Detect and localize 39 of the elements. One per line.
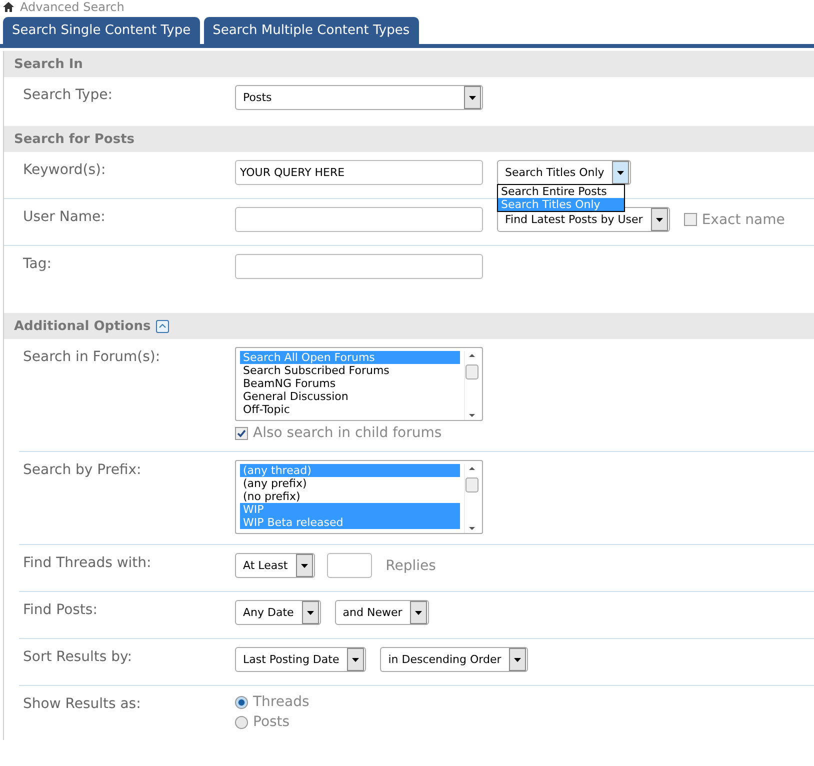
field-label: Find Posts:	[23, 601, 98, 620]
radio-button[interactable]: Threads	[235, 694, 310, 710]
field-label: Keyword(s):	[23, 161, 107, 180]
collapse-icon[interactable]	[156, 320, 169, 332]
field-label: Search in Forum(s):	[23, 348, 162, 367]
checkbox[interactable]: Exact name	[684, 212, 785, 228]
scrollbar[interactable]	[464, 351, 479, 420]
text-field[interactable]	[235, 254, 483, 279]
field-label: Show Results as:	[23, 695, 142, 714]
field-label: Search Type:	[23, 86, 114, 105]
tab[interactable]: Search Single Content Type	[3, 17, 200, 44]
field-label: Sort Results by:	[23, 648, 134, 667]
list-box[interactable]: (any thread) (any prefix) (no prefix) WIP WIP Beta released	[235, 460, 483, 534]
dropdown[interactable]: Posts	[235, 85, 483, 110]
field-label: User Name:	[23, 208, 106, 227]
dropdown[interactable]: and Newer	[334, 600, 430, 625]
home-icon[interactable]	[3, 2, 14, 12]
breadcrumb-link[interactable]: Advanced Search	[20, 0, 124, 14]
dropdown[interactable]: in Descending Order	[380, 647, 528, 672]
text-field[interactable]	[326, 553, 372, 578]
field-label: Search by Prefix:	[23, 461, 142, 480]
section-title: Search for Posts	[14, 132, 135, 146]
tab[interactable]: Search Multiple Content Types	[204, 17, 419, 44]
dropdown[interactable]: Any Date	[235, 600, 321, 625]
dropdown[interactable]: Last Posting Date	[235, 647, 366, 672]
field-label: Tag:	[23, 255, 52, 274]
field-label: Find Threads with:	[23, 554, 152, 573]
checkbox[interactable]: Also search in child forums	[235, 425, 442, 441]
list-box[interactable]: Search All Open Forums Search Subscribed Forums BeamNG Forums General Discussion Off-Topic	[235, 347, 483, 421]
text-field[interactable]: YOUR QUERY HERE	[235, 160, 483, 185]
dropdown[interactable]: Search Titles Only	[497, 160, 632, 185]
radio-button[interactable]: Posts	[235, 714, 290, 730]
checkmark-icon	[237, 428, 246, 438]
section-title: Search In	[14, 56, 83, 72]
dropdown[interactable]: At Least	[235, 553, 315, 578]
section-title: Additional Options	[14, 318, 151, 334]
field-label: Replies	[386, 558, 436, 574]
text-field[interactable]	[235, 207, 483, 232]
scrollbar[interactable]	[464, 464, 479, 533]
